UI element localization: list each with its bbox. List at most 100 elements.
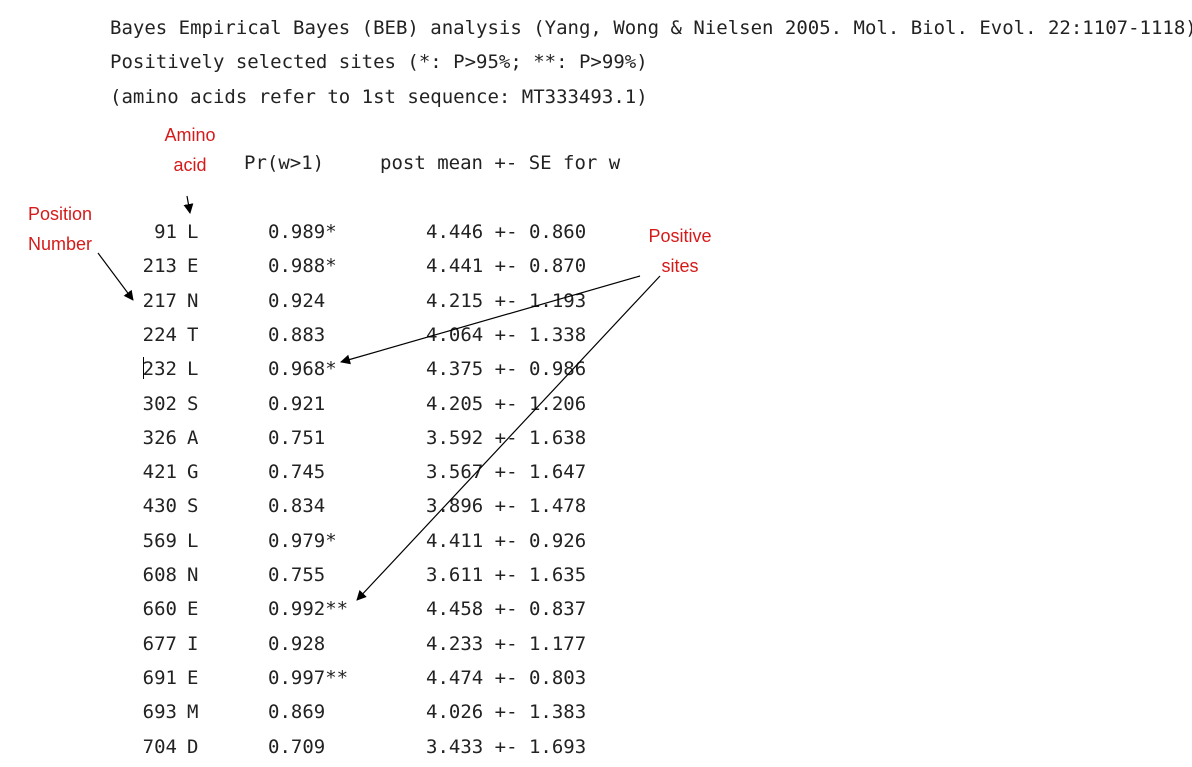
plus-minus-separator: +- [483, 461, 529, 484]
post-mean-se: 4.446 +- 0.860 [426, 221, 586, 243]
post-mean-se: 3.592 +- 1.638 [426, 427, 586, 449]
plus-minus-separator: +- [483, 323, 529, 346]
standard-error: 1.635 [528, 564, 587, 586]
pr-value: 0.968* [268, 358, 337, 381]
post-mean-se: 3.611 +- 1.635 [426, 564, 586, 586]
pr-value: 0.928 [268, 632, 326, 655]
amino-acid: G [187, 461, 199, 484]
post-mean-se: 4.441 +- 0.870 [426, 255, 586, 277]
amino-acid: E [187, 598, 199, 621]
amino-acid: N [187, 289, 199, 312]
standard-error: 0.870 [528, 255, 587, 278]
post-mean: 3.896 [426, 495, 484, 518]
standard-error: 1.638 [528, 426, 587, 449]
plus-minus-separator: +- [483, 598, 529, 621]
amino-acid: E [187, 255, 199, 278]
pr-value: 0.834 [268, 495, 326, 518]
position-number: 421 [142, 461, 177, 484]
table-row: 421 G 0.745 3.567 +- 1.647 [0, 461, 700, 489]
post-mean-se: 4.474 +- 0.803 [426, 667, 586, 689]
position-number: 91 [154, 221, 177, 243]
amino-acid: T [187, 323, 199, 346]
post-mean: 4.446 [426, 221, 484, 243]
table-row: 608 N 0.755 3.611 +- 1.635 [0, 564, 700, 592]
pr-value: 0.924 [268, 289, 326, 312]
amino-acid: L [187, 358, 199, 381]
standard-error: 1.177 [528, 632, 587, 655]
position-number: 213 [142, 255, 177, 278]
post-mean-se: 4.064 +- 1.338 [426, 324, 586, 346]
position-number: 224 [142, 323, 177, 346]
standard-error: 0.926 [528, 529, 587, 552]
amino-acid: D [187, 735, 199, 758]
table-row: 704 D 0.709 3.433 +- 1.693 [0, 736, 700, 764]
pr-value: 0.979* [268, 529, 337, 552]
position-number: 691 [142, 666, 177, 689]
standard-error: 1.206 [528, 392, 587, 415]
table-row: 660 E 0.992** 4.458 +- 0.837 [0, 598, 700, 626]
plus-minus-separator: +- [483, 221, 529, 243]
post-mean: 4.233 [426, 632, 484, 655]
post-mean-se: 4.233 +- 1.177 [426, 633, 586, 655]
position-number: 232 [142, 358, 177, 381]
amino-acid: S [187, 495, 199, 518]
plus-minus-separator: +- [483, 529, 529, 552]
post-mean: 4.474 [426, 666, 484, 689]
post-mean: 4.215 [426, 289, 484, 312]
post-mean-se: 4.026 +- 1.383 [426, 701, 586, 723]
position-number: 569 [142, 529, 177, 552]
plus-minus-separator: +- [483, 564, 529, 586]
table-row: 326 A 0.751 3.592 +- 1.638 [0, 427, 700, 455]
amino-acid: M [187, 701, 199, 724]
pr-value: 0.751 [268, 426, 326, 449]
column-header-pr: Pr(w>1) [244, 152, 325, 174]
position-number: 217 [142, 289, 177, 312]
plus-minus-separator: +- [483, 255, 529, 278]
table-row: 217 N 0.924 4.215 +- 1.193 [0, 290, 700, 318]
pr-value: 0.988* [268, 255, 337, 278]
post-mean: 4.458 [426, 598, 484, 621]
plus-minus-separator: +- [483, 701, 529, 724]
post-mean: 3.567 [426, 461, 484, 484]
post-mean: 3.433 [426, 735, 484, 758]
post-mean: 4.375 [426, 358, 484, 381]
post-mean: 3.611 [426, 564, 484, 586]
standard-error: 1.383 [528, 701, 587, 724]
header-line-2: Positively selected sites (*: P>95%; **:… [110, 51, 648, 73]
post-mean-se: 4.458 +- 0.837 [426, 598, 586, 620]
position-number: 430 [142, 495, 177, 518]
post-mean-se: 3.433 +- 1.693 [426, 736, 586, 758]
plus-minus-separator: +- [483, 289, 529, 312]
post-mean-se: 4.411 +- 0.926 [426, 530, 586, 552]
arrow-amino-acid [183, 195, 194, 214]
position-number: 302 [142, 392, 177, 415]
position-number: 693 [142, 701, 177, 724]
post-mean: 4.064 [426, 323, 484, 346]
position-number: 660 [142, 598, 177, 621]
table-row: 213 E 0.988* 4.441 +- 0.870 [0, 255, 700, 283]
post-mean: 3.592 [426, 426, 484, 449]
standard-error: 0.803 [528, 666, 587, 689]
annotation-amino-acid: Amino acid [150, 120, 230, 180]
table-row: 691 E 0.997** 4.474 +- 0.803 [0, 667, 700, 695]
post-mean: 4.026 [426, 701, 484, 724]
standard-error: 0.860 [528, 221, 587, 243]
plus-minus-separator: +- [483, 495, 529, 518]
table-row: 302 S 0.921 4.205 +- 1.206 [0, 393, 700, 421]
amino-acid: L [187, 529, 199, 552]
pr-value: 0.709 [268, 735, 326, 758]
table-row: 677 I 0.928 4.233 +- 1.177 [0, 633, 700, 661]
table-row: 430 S 0.834 3.896 +- 1.478 [0, 495, 700, 523]
post-mean-se: 3.896 +- 1.478 [426, 495, 586, 517]
plus-minus-separator: +- [483, 666, 529, 689]
standard-error: 1.647 [528, 461, 587, 484]
post-mean: 4.411 [426, 529, 484, 552]
standard-error: 1.193 [528, 289, 587, 312]
table-row: 693 M 0.869 4.026 +- 1.383 [0, 701, 700, 729]
amino-acid: L [187, 221, 199, 243]
amino-acid: A [187, 426, 199, 449]
standard-error: 1.338 [528, 323, 587, 346]
plus-minus-separator: +- [483, 392, 529, 415]
standard-error: 0.986 [528, 358, 587, 381]
post-mean: 4.205 [426, 392, 484, 415]
